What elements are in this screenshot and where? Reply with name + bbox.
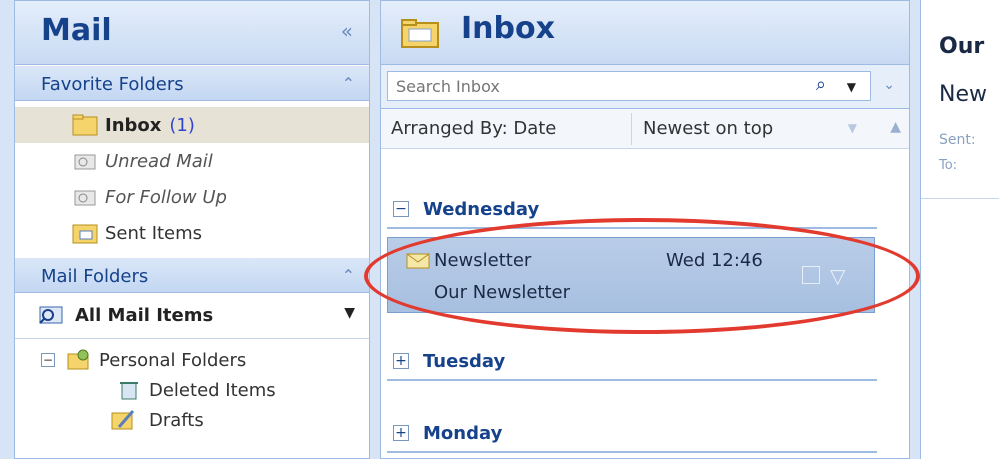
favorite-item-label: Sent Items: [105, 222, 203, 244]
favorite-item-label: Unread Mail: [105, 150, 213, 172]
tree-item-label: Drafts: [149, 410, 204, 431]
tree-item-deleted-items[interactable]: Deleted Items: [15, 377, 369, 407]
scroll-up-icon[interactable]: ▲: [890, 119, 901, 135]
mail-pane-title: Mail: [41, 13, 112, 48]
reading-pane-sent-label: Sent:: [939, 132, 976, 148]
sort-order-label[interactable]: Newest on top: [643, 118, 773, 139]
search-options-dropdown-icon[interactable]: ▼: [847, 80, 856, 94]
all-mail-items-selector[interactable]: All Mail Items ▼: [15, 293, 369, 339]
sort-dropdown-icon[interactable]: ▼: [848, 121, 857, 135]
inbox-pane: Inbox ⌕ ▼ ⌄ Arranged By: Date Newest on …: [380, 0, 910, 459]
expand-group-icon[interactable]: +: [393, 353, 409, 369]
search-icon[interactable]: ⌕: [816, 74, 826, 95]
collapse-group-icon[interactable]: −: [393, 201, 409, 217]
category-icon[interactable]: [802, 266, 820, 284]
group-header-tuesday[interactable]: + Tuesday: [387, 343, 877, 381]
reading-pane-subject: Our: [939, 34, 985, 59]
group-header-wednesday[interactable]: − Wednesday: [387, 191, 877, 229]
collapse-tree-icon[interactable]: −: [41, 353, 55, 367]
drafts-icon: [111, 410, 135, 430]
mail-folders-header[interactable]: Mail Folders ⌃: [15, 257, 369, 293]
arrange-by-label[interactable]: Arranged By: Date: [391, 118, 556, 139]
tree-item-label: Personal Folders: [99, 350, 247, 371]
search-folder-icon: [74, 154, 96, 170]
mail-search-icon: [39, 306, 63, 324]
expand-query-builder-icon[interactable]: ⌄: [883, 77, 895, 93]
reading-pane: Our New Sent: To:: [920, 0, 999, 459]
collapse-pane-icon[interactable]: «: [341, 19, 353, 43]
favorite-item-label: For Follow Up: [105, 186, 227, 208]
message-subject: Our Newsletter: [434, 282, 571, 303]
header-divider: [921, 198, 999, 199]
inbox-folder-icon: [401, 19, 439, 48]
favorite-item-for-follow-up[interactable]: For Follow Up: [15, 179, 369, 215]
inbox-folder-icon: [72, 114, 98, 136]
group-header-monday[interactable]: + Monday: [387, 415, 877, 453]
group-label: Tuesday: [423, 351, 506, 372]
all-mail-items-label: All Mail Items: [75, 305, 214, 326]
reading-pane-sender: New: [939, 82, 987, 107]
favorite-item-label: Inbox: [105, 114, 162, 136]
collapse-section-icon[interactable]: ⌃: [342, 266, 355, 285]
navigation-pane: Mail « Favorite Folders ⌃ Inbox (1) Unre…: [14, 0, 370, 459]
unread-count: (1): [169, 114, 195, 136]
column-divider: [631, 113, 632, 145]
mail-pane-header: Mail «: [15, 1, 369, 65]
deleted-items-icon: [120, 382, 138, 400]
group-label: Monday: [423, 423, 503, 444]
search-bar: ⌕ ▼ ⌄: [381, 65, 909, 109]
inbox-header: Inbox: [381, 1, 909, 65]
message-sender: Newsletter: [434, 250, 532, 271]
favorite-folders-list: Inbox (1) Unread Mail For Follow Up Sent…: [15, 101, 369, 257]
search-box: ⌕ ▼: [387, 71, 871, 101]
favorite-item-sent-items[interactable]: Sent Items: [15, 215, 369, 251]
message-row-selected[interactable]: Newsletter Wed 12:46 Our Newsletter ▽: [387, 237, 875, 313]
tree-item-drafts[interactable]: Drafts: [15, 407, 369, 437]
reading-pane-to-label: To:: [939, 158, 958, 173]
sent-items-folder-icon: [72, 224, 98, 244]
tree-item-personal-folders[interactable]: − Personal Folders: [15, 347, 369, 377]
expand-group-icon[interactable]: +: [393, 425, 409, 441]
dropdown-arrow-icon[interactable]: ▼: [344, 305, 355, 321]
personal-folders-icon: [67, 349, 89, 370]
folder-tree: − Personal Folders Deleted Items Drafts: [15, 339, 369, 437]
favorite-item-inbox[interactable]: Inbox (1): [15, 107, 369, 143]
mail-folders-label: Mail Folders: [41, 266, 149, 287]
envelope-read-icon: [406, 253, 430, 269]
message-date: Wed 12:46: [666, 250, 763, 271]
search-input[interactable]: [388, 72, 768, 100]
favorite-folders-header[interactable]: Favorite Folders ⌃: [15, 65, 369, 101]
collapse-section-icon[interactable]: ⌃: [342, 74, 355, 93]
group-label: Wednesday: [423, 199, 540, 220]
favorite-folders-label: Favorite Folders: [41, 74, 184, 95]
arrange-by-bar: Arranged By: Date Newest on top ▼ ▲: [381, 109, 909, 149]
favorite-item-unread-mail[interactable]: Unread Mail: [15, 143, 369, 179]
inbox-title: Inbox: [461, 11, 555, 46]
search-folder-icon: [74, 190, 96, 206]
tree-item-label: Deleted Items: [149, 380, 276, 401]
flag-icon[interactable]: ▽: [830, 264, 845, 288]
